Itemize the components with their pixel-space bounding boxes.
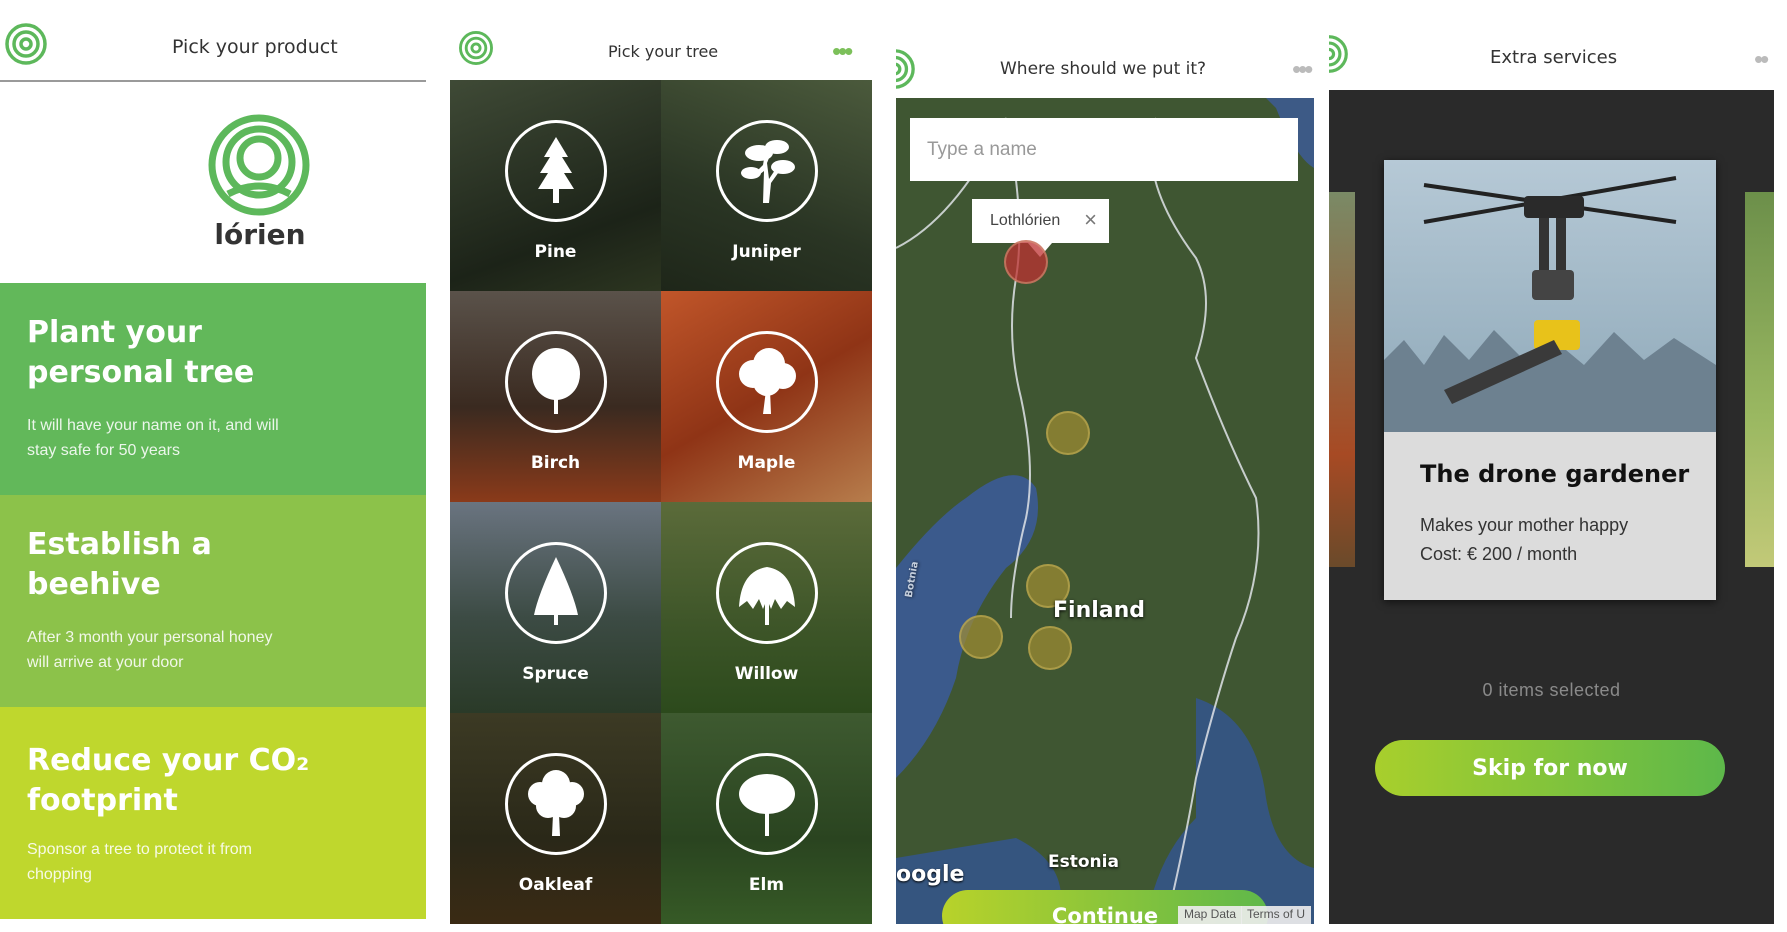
map-label-finland: Finland (1053, 598, 1146, 623)
card-title-line1: Establish a (27, 527, 212, 562)
next-card-peek[interactable] (1745, 192, 1774, 567)
tree-label: Maple (737, 453, 796, 473)
service-cost: Cost: € 200 / month (1420, 544, 1578, 564)
extra-services-screen: Extra services •• The drone gardener Mak… (1329, 0, 1778, 932)
card-desc-line1: After 3 month your personal honey (27, 629, 273, 646)
spruce-icon (505, 542, 607, 644)
card-title-line2: footprint (27, 783, 178, 818)
satellite-map[interactable]: Lothlórien × Finland Estonia Botnia oogl… (896, 98, 1314, 924)
willow-icon (716, 542, 818, 644)
lorien-logo-icon[interactable] (4, 22, 48, 66)
selected-location-pin[interactable] (1004, 240, 1048, 284)
page-title: Pick your product (172, 36, 338, 58)
tree-grid: Pine Juniper Birch Maple Spruce Willow O… (450, 80, 872, 924)
tree-tile-spruce[interactable]: Spruce (450, 502, 661, 713)
tooltip-label: Lothlórien (990, 212, 1061, 229)
tree-label: Pine (534, 242, 577, 262)
lorien-logo-icon[interactable] (896, 48, 916, 90)
location-pin[interactable] (959, 615, 1003, 659)
tree-label: Juniper (732, 242, 801, 262)
location-tooltip: Lothlórien × (972, 199, 1109, 257)
prev-card-peek[interactable] (1329, 192, 1355, 567)
map-label-estonia: Estonia (1048, 852, 1119, 872)
lorien-logo-icon[interactable] (1329, 34, 1349, 74)
elm-icon (716, 753, 818, 855)
tree-label: Birch (530, 453, 581, 473)
oak-icon (505, 753, 607, 855)
product-screen: Pick your product lórien Plant your pers… (0, 0, 426, 932)
tree-tile-pine[interactable]: Pine (450, 80, 661, 291)
location-pin[interactable] (1046, 411, 1090, 455)
tree-label: Oakleaf (518, 875, 593, 895)
selection-count: 0 items selected (1482, 680, 1621, 700)
tree-tile-elm[interactable]: Elm (661, 713, 872, 924)
tree-tile-birch[interactable]: Birch (450, 291, 661, 502)
card-desc-line1: Sponsor a tree to protect it from (27, 841, 252, 858)
card-desc-line2: will arrive at your door (27, 654, 184, 671)
page-title: Extra services (1490, 47, 1618, 68)
card-title-line2: personal tree (27, 355, 255, 390)
maple-icon (716, 331, 818, 433)
product-card-beehive[interactable]: Establish a beehive After 3 month your p… (0, 495, 426, 707)
step-dots-icon: ••• (832, 36, 853, 66)
service-description: Makes your mother happy (1420, 515, 1629, 535)
card-title-line1: Plant your (27, 315, 202, 350)
services-carousel: The drone gardener Makes your mother hap… (1329, 90, 1774, 924)
page-title: Pick your tree (608, 42, 719, 61)
tree-screen: Pick your tree ••• Pine Juniper Birch Ma… (450, 0, 872, 932)
card-desc-line2: chopping (27, 866, 92, 883)
google-logo: oogle (896, 862, 965, 887)
page-title: Where should we put it? (1000, 59, 1207, 79)
tree-tile-willow[interactable]: Willow (661, 502, 872, 713)
service-card[interactable]: The drone gardener Makes your mother hap… (1384, 160, 1716, 600)
terms-link[interactable]: Terms of U (1241, 906, 1312, 924)
pine-icon (505, 120, 607, 222)
card-title-line2: beehive (27, 567, 161, 602)
juniper-bonsai-icon (716, 120, 818, 222)
card-desc-line2: stay safe for 50 years (27, 442, 180, 459)
birch-icon (505, 331, 607, 433)
lorien-logo-icon[interactable] (458, 30, 494, 66)
tree-label: Willow (734, 664, 799, 684)
tree-tile-juniper[interactable]: Juniper (661, 80, 872, 291)
product-card-co2[interactable]: Reduce your CO₂ footprint Sponsor a tree… (0, 707, 426, 919)
brand-name: lórien (214, 218, 306, 251)
service-title: The drone gardener (1420, 460, 1690, 488)
location-pin[interactable] (1028, 626, 1072, 670)
step-dots-icon: ••• (1292, 54, 1313, 84)
map-data-link[interactable]: Map Data (1178, 906, 1243, 924)
location-name-input[interactable] (910, 118, 1298, 181)
drone-chainsaw-image (1384, 160, 1716, 432)
tree-tile-maple[interactable]: Maple (661, 291, 872, 502)
lorien-brand-logo-icon (208, 114, 310, 216)
skip-button[interactable]: Skip for now (1375, 740, 1725, 796)
step-dots-icon: •• (1754, 44, 1769, 74)
header-divider (0, 80, 426, 82)
tree-label: Elm (748, 875, 785, 895)
close-icon[interactable]: × (1084, 207, 1097, 233)
tree-tile-oakleaf[interactable]: Oakleaf (450, 713, 661, 924)
card-desc-line1: It will have your name on it, and will (27, 417, 279, 434)
location-screen: Where should we put it? ••• Lothlórien ×… (896, 0, 1314, 932)
card-title-line1: Reduce your CO₂ (27, 743, 310, 778)
product-card-tree[interactable]: Plant your personal tree It will have yo… (0, 283, 426, 495)
tree-label: Spruce (522, 664, 589, 684)
